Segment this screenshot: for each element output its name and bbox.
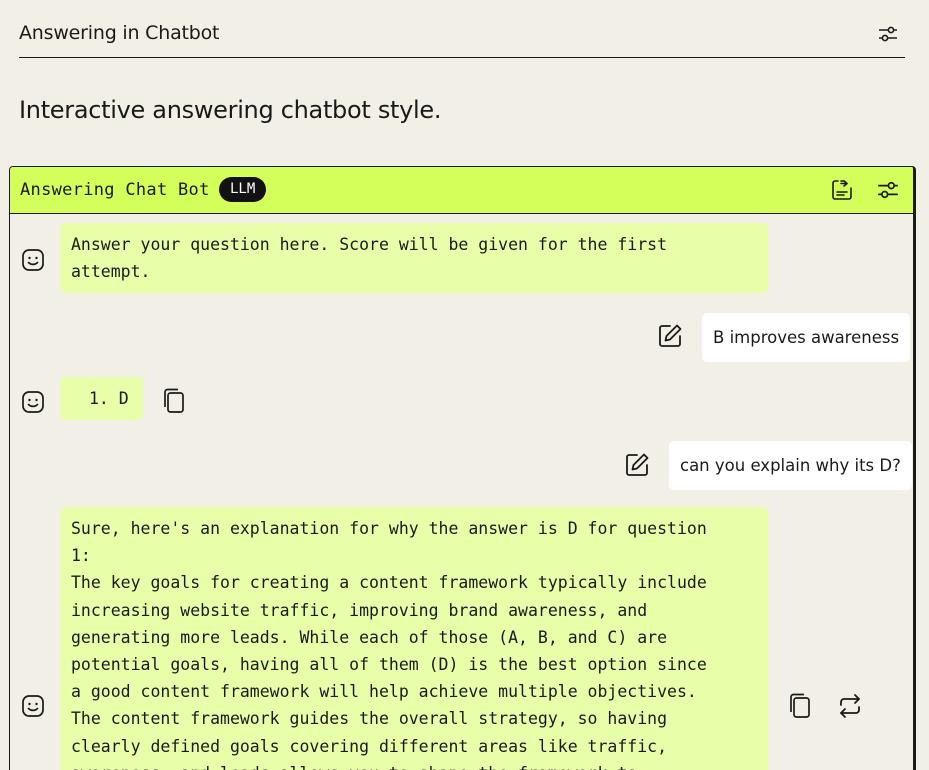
copy-icon[interactable] xyxy=(162,387,190,415)
regenerate-icon[interactable] xyxy=(836,692,864,720)
llm-badge: LLM xyxy=(219,177,267,202)
smiley-icon xyxy=(21,248,45,272)
chat-panel: Answering Chat Bot LLM Answer your quest… xyxy=(9,166,916,770)
bot-message: Answer your question here. Score will be… xyxy=(60,223,768,294)
chat-header: Answering Chat Bot LLM xyxy=(10,167,913,214)
page-subtitle: Interactive answering chatbot style. xyxy=(19,96,442,124)
bot-message: 1. D xyxy=(60,377,143,421)
chat-title: Answering Chat Bot xyxy=(20,180,210,200)
sliders-icon[interactable] xyxy=(877,24,899,44)
page-header: Answering in Chatbot xyxy=(19,18,905,58)
sliders-icon[interactable] xyxy=(876,178,900,202)
user-message: B improves awareness xyxy=(702,313,911,362)
smiley-icon xyxy=(21,694,45,718)
copy-icon[interactable] xyxy=(788,692,816,720)
page-title: Answering in Chatbot xyxy=(19,22,220,44)
bot-message: Sure, here's an explanation for why the … xyxy=(60,507,768,770)
export-icon[interactable] xyxy=(830,178,854,202)
edit-icon[interactable] xyxy=(656,322,684,350)
user-message: can you explain why its D? xyxy=(669,441,912,490)
edit-icon[interactable] xyxy=(623,451,651,479)
smiley-icon xyxy=(21,390,45,414)
